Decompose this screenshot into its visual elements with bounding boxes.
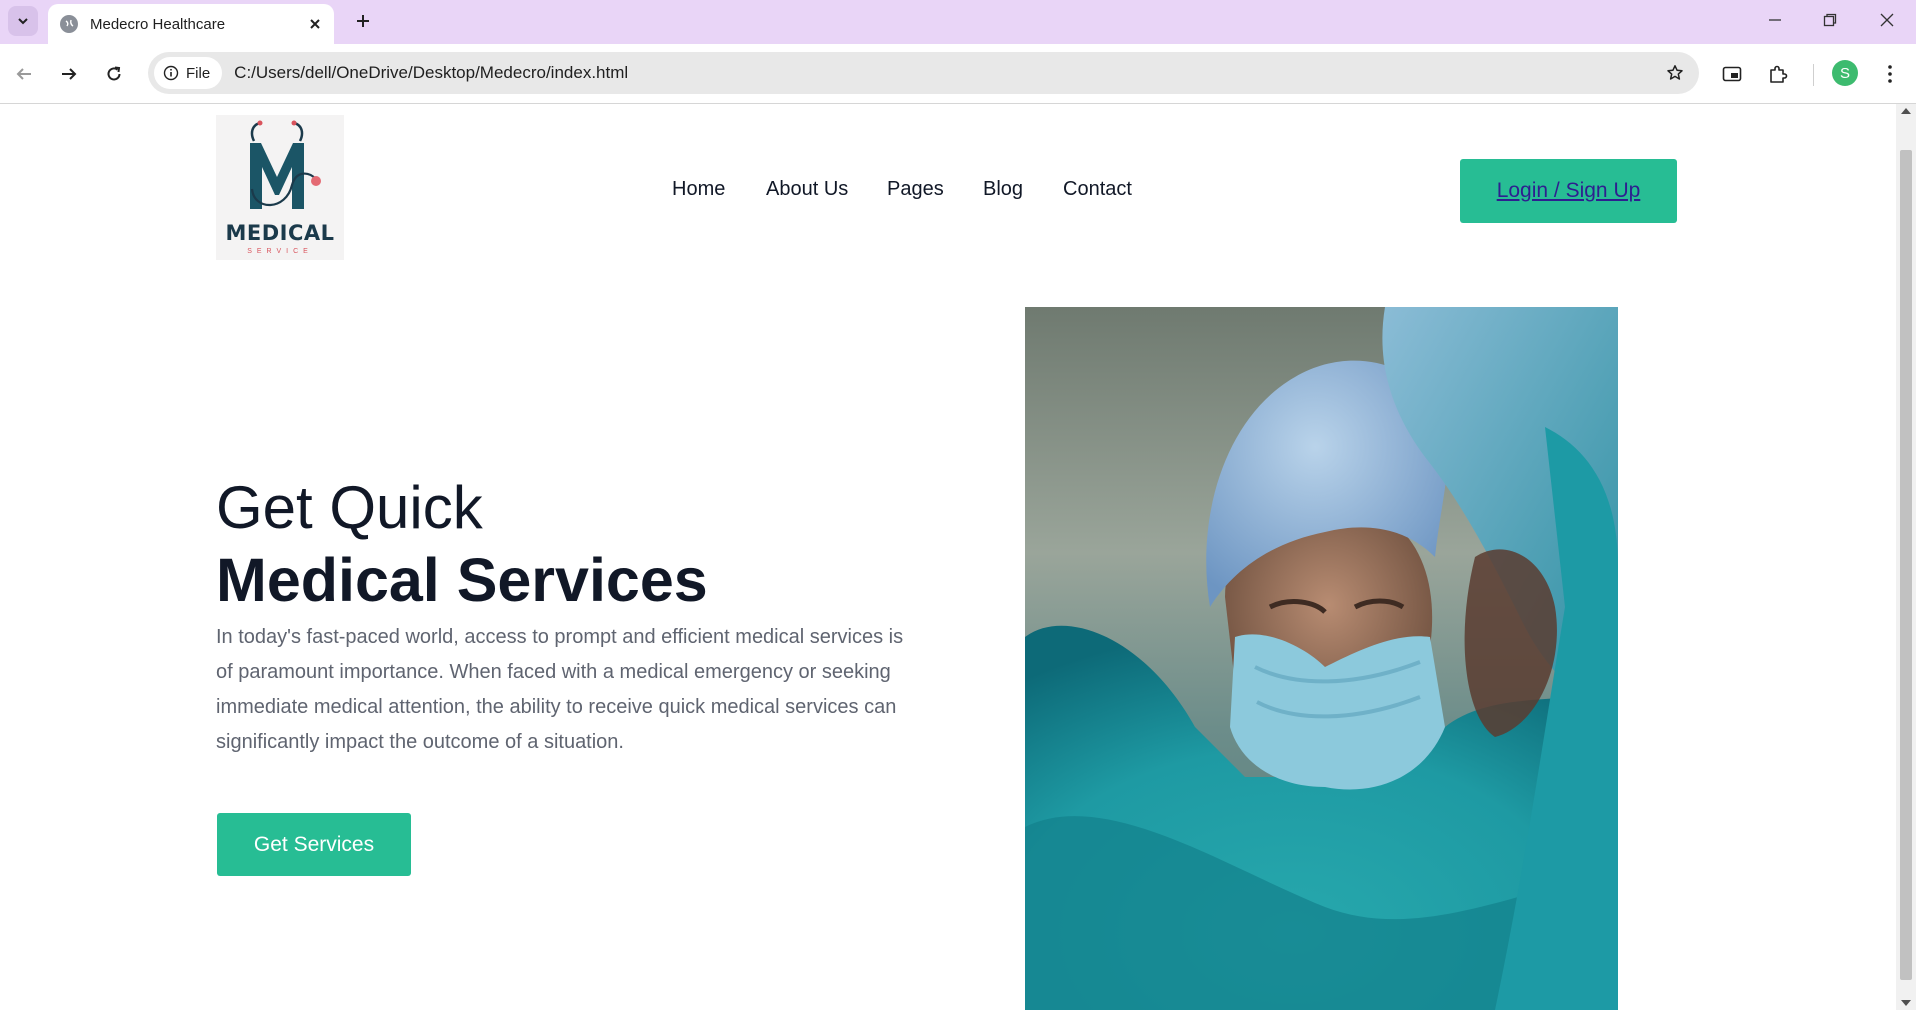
url-text[interactable]: C:/Users/dell/OneDrive/Desktop/Medecro/i…	[234, 63, 1659, 83]
scroll-up-arrow-icon[interactable]	[1901, 108, 1911, 114]
nav-link-contact[interactable]: Contact	[1063, 178, 1132, 201]
nav-link-blog[interactable]: Blog	[983, 178, 1023, 201]
tab-title: Medecro Healthcare	[90, 15, 226, 33]
stethoscope-logo-icon	[250, 120, 321, 209]
site-info-chip[interactable]: File	[154, 57, 223, 89]
hero-title-line1: Get Quick	[216, 474, 483, 541]
hero-description: In today's fast-paced world, access to p…	[216, 626, 904, 753]
page-viewport: MEDICAL SERVICE Home About Us Pages Blog…	[0, 104, 1896, 1010]
nav-link-pages[interactable]: Pages	[887, 178, 944, 201]
minimize-icon	[1769, 19, 1781, 21]
arrow-right-icon	[62, 68, 77, 80]
profile-avatar[interactable]: S	[1832, 60, 1858, 86]
close-icon	[310, 19, 320, 29]
new-tab-button[interactable]	[348, 6, 378, 36]
surgeon-photo-icon	[1025, 307, 1618, 1010]
reload-icon	[107, 66, 121, 81]
info-icon	[163, 65, 179, 81]
star-icon	[1667, 65, 1683, 80]
forward-button[interactable]	[53, 58, 85, 90]
site-logo[interactable]: MEDICAL SERVICE	[216, 115, 344, 260]
hero-image	[1025, 307, 1618, 1010]
globe-icon	[60, 15, 78, 33]
scroll-down-arrow-icon[interactable]	[1901, 1000, 1911, 1006]
browser-tab[interactable]: Medecro Healthcare	[48, 4, 334, 44]
address-bar[interactable]: File C:/Users/dell/OneDrive/Desktop/Mede…	[148, 52, 1699, 94]
puzzle-icon	[1770, 65, 1788, 83]
tab-strip: Medecro Healthcare	[0, 0, 1916, 44]
minimize-button[interactable]	[1748, 0, 1802, 40]
restore-button[interactable]	[1803, 0, 1857, 40]
picture-in-picture-button[interactable]	[1716, 58, 1748, 90]
arrow-left-icon	[16, 68, 31, 80]
more-vert-icon	[1888, 65, 1892, 83]
get-services-button[interactable]: Get Services	[217, 813, 411, 876]
logo-subtitle: SERVICE	[247, 248, 313, 255]
hero-title-line2: Medical Services	[216, 546, 708, 614]
site-info-label: File	[186, 64, 211, 82]
chevron-down-icon	[18, 18, 28, 25]
logo-word: MEDICAL	[225, 221, 335, 245]
picture-in-picture-icon	[1722, 66, 1742, 82]
nav-link-about[interactable]: About Us	[766, 178, 848, 201]
nav-link-home[interactable]: Home	[672, 178, 725, 201]
scroll-thumb[interactable]	[1900, 150, 1912, 980]
toolbar-separator	[1813, 64, 1814, 86]
login-signup-link[interactable]: Login / Sign Up	[1497, 179, 1641, 203]
browser-menu-button[interactable]	[1874, 58, 1906, 90]
tab-search-button[interactable]	[8, 6, 38, 36]
back-button[interactable]	[8, 58, 40, 90]
browser-toolbar: File C:/Users/dell/OneDrive/Desktop/Mede…	[0, 44, 1916, 104]
extensions-button[interactable]	[1762, 58, 1794, 90]
reload-button[interactable]	[98, 58, 130, 90]
close-icon	[1880, 13, 1894, 27]
vertical-scrollbar[interactable]	[1896, 104, 1916, 1010]
bookmark-button[interactable]	[1659, 57, 1691, 89]
close-window-button[interactable]	[1860, 0, 1914, 40]
tab-close-button[interactable]	[302, 11, 328, 37]
restore-icon	[1823, 13, 1837, 27]
plus-icon	[357, 15, 369, 27]
login-signup-button[interactable]: Login / Sign Up	[1460, 159, 1677, 223]
